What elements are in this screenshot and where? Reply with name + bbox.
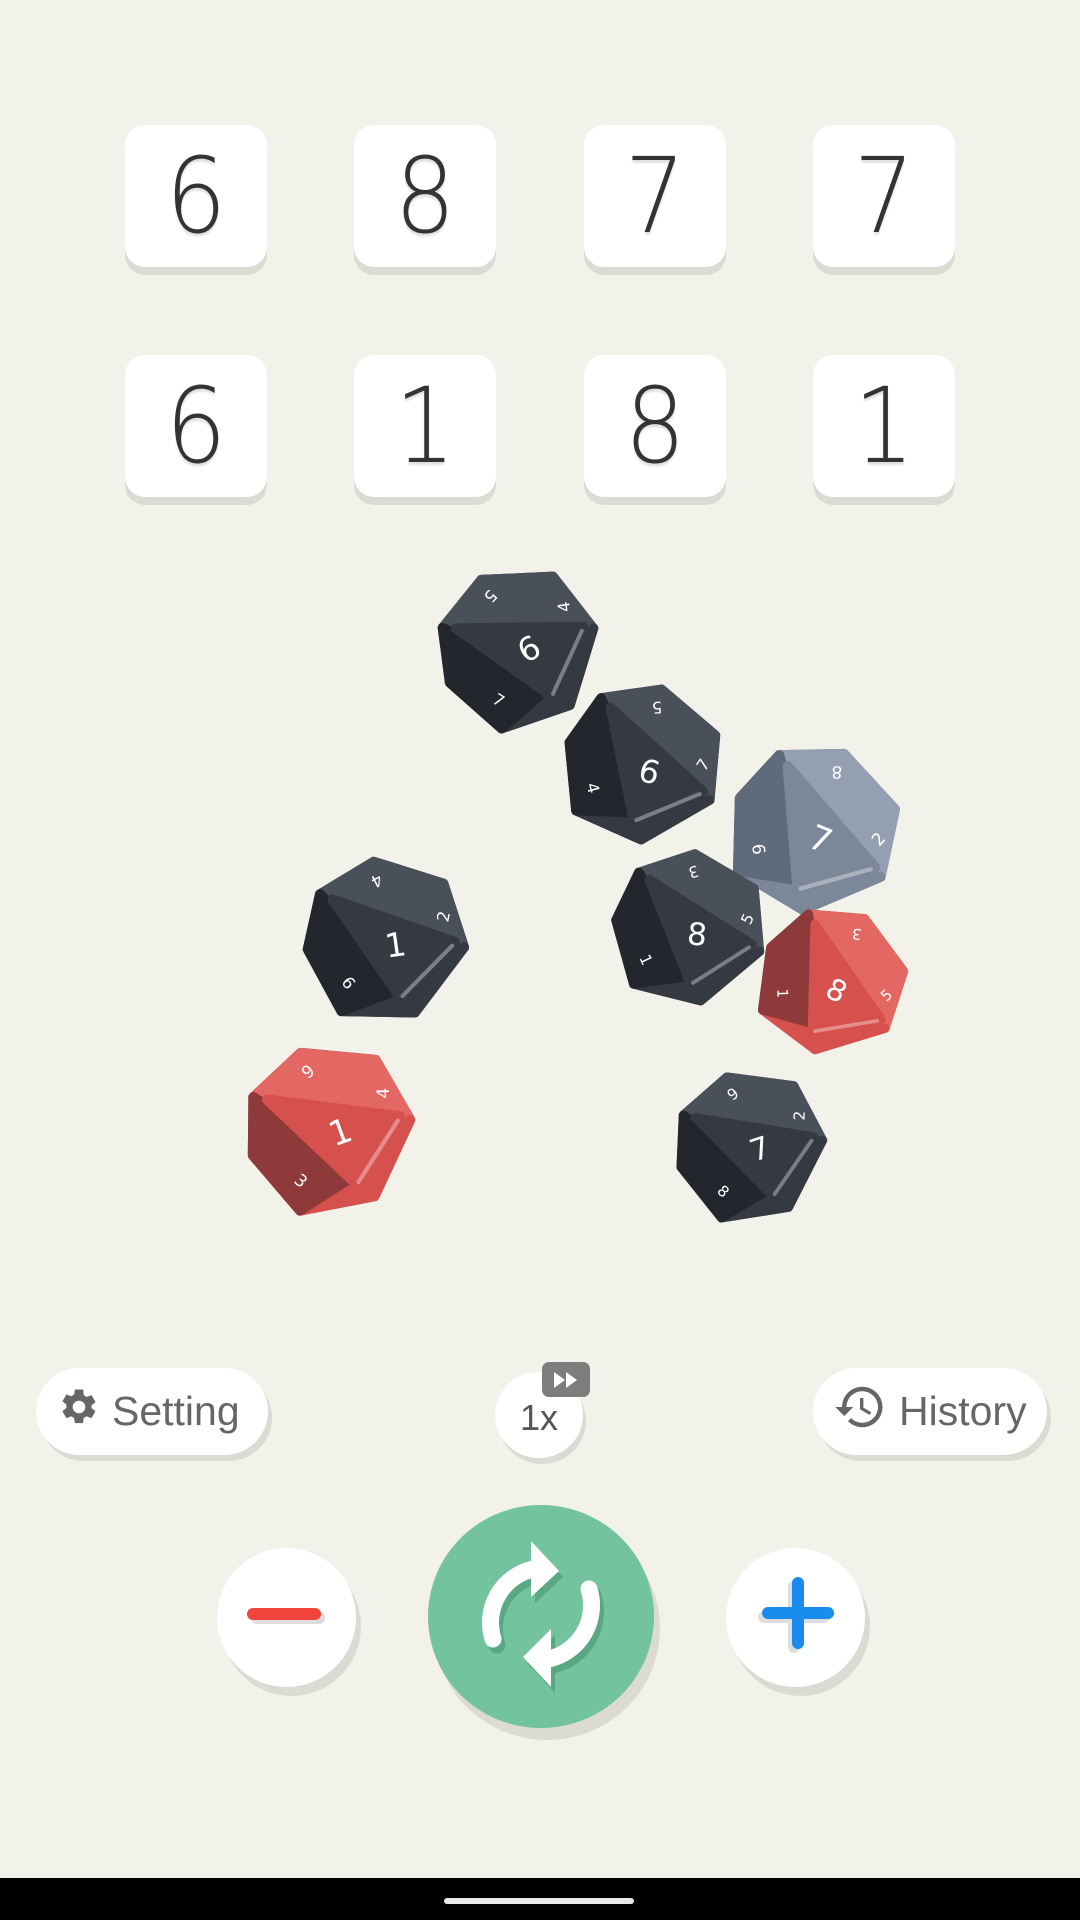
remove-die-button[interactable]	[217, 1548, 356, 1687]
result-value: 6	[165, 135, 227, 257]
result-tile: 8	[584, 355, 726, 497]
result-value: 7	[853, 135, 915, 257]
home-gesture-handle[interactable]	[444, 1898, 634, 1904]
die-side-value: 1	[773, 988, 790, 998]
result-tile: 7	[584, 125, 726, 267]
d8-die[interactable]: 1643	[219, 1019, 437, 1237]
system-navigation-bar	[0, 1878, 1080, 1920]
add-die-button[interactable]	[726, 1548, 865, 1687]
setting-label: Setting	[112, 1388, 240, 1434]
result-value: 1	[853, 365, 915, 487]
plus-icon	[754, 1573, 838, 1662]
die-shape: 1643	[247, 1047, 416, 1216]
history-label: History	[899, 1388, 1027, 1434]
refresh-icon	[471, 1529, 611, 1704]
die-side-value: 8	[831, 761, 843, 781]
result-value: 8	[394, 135, 456, 257]
result-tile: 1	[354, 355, 496, 497]
d8-die[interactable]: 7628	[653, 1049, 845, 1241]
die-side-value: 4	[374, 1088, 394, 1099]
die-shape: 7628	[676, 1072, 828, 1223]
result-tile: 8	[354, 125, 496, 267]
result-value: 7	[624, 135, 686, 257]
gear-icon	[58, 1386, 100, 1438]
die-face-value: 8	[685, 916, 708, 954]
die-side-value: 2	[791, 1110, 809, 1120]
minus-icon	[246, 1605, 327, 1630]
die-side-value: 5	[651, 697, 663, 717]
roll-button[interactable]	[428, 1505, 654, 1728]
fast-forward-icon[interactable]	[542, 1362, 590, 1397]
result-value: 1	[394, 365, 456, 487]
result-tile: 6	[125, 355, 267, 497]
history-icon	[833, 1380, 887, 1444]
result-value: 6	[165, 365, 227, 487]
d8-die[interactable]: 1426	[291, 845, 477, 1031]
die-shape: 1426	[302, 856, 469, 1017]
result-value: 8	[624, 365, 686, 487]
result-tile: 1	[813, 355, 955, 497]
setting-button[interactable]: Setting	[36, 1368, 268, 1455]
history-button[interactable]: History	[813, 1368, 1047, 1455]
result-tile: 7	[813, 125, 955, 267]
result-tile: 6	[125, 125, 267, 267]
speed-label: 1x	[519, 1397, 559, 1438]
